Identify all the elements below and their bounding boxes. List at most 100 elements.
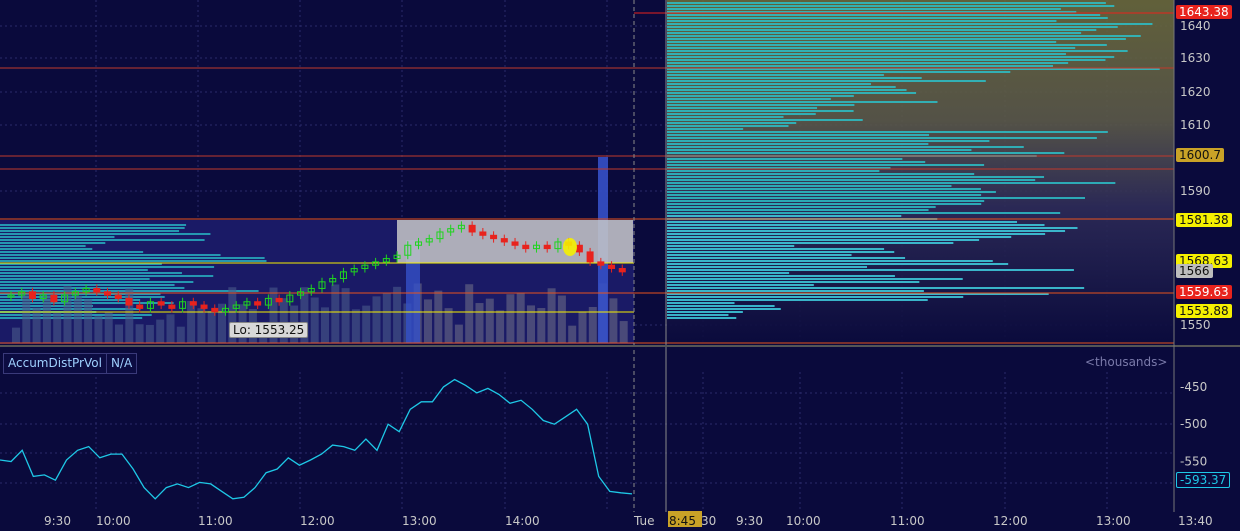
profile-bar — [667, 302, 735, 304]
profile-bar — [667, 26, 1118, 28]
profile-bar — [667, 191, 996, 193]
profile-bar — [667, 275, 895, 277]
study-tick-label: -550 — [1180, 455, 1207, 469]
profile-bar — [667, 215, 902, 217]
profile-bar — [667, 260, 993, 262]
time-tick-label: 9:30 — [44, 514, 71, 527]
profile-bar — [667, 113, 816, 115]
profile-bar — [667, 29, 1097, 31]
profile-bar — [667, 287, 1085, 289]
profile-bar — [667, 101, 938, 103]
volume-bar — [156, 319, 165, 343]
left-profile-bar — [0, 239, 205, 241]
chart-canvas[interactable]: 1640 1630 1620 1610 1590 1550 -450 -500 -550 9:… — [0, 0, 1240, 528]
study-units-label: <thousands> — [1082, 355, 1170, 369]
volume-bar — [145, 324, 154, 343]
candle-body — [93, 287, 101, 293]
candle-body — [104, 291, 112, 296]
profile-bar — [667, 125, 789, 127]
left-profile-bar — [0, 278, 150, 280]
volume-bar — [197, 308, 206, 343]
time-axis-ticks: 9:30 10:00 11:00 12:00 13:00 14:00 Tue 8:45 30 9:… — [44, 511, 1213, 528]
price-badge: 1566 — [1176, 264, 1213, 278]
profile-bar — [667, 266, 868, 268]
chart-window[interactable]: 1640 1630 1620 1610 1590 1550 -450 -500 -550 9:… — [0, 0, 1240, 528]
profile-bar — [667, 182, 1116, 184]
price-tick-label: 1640 — [1180, 19, 1211, 33]
left-profile-bar — [0, 281, 194, 283]
candle-body — [490, 234, 498, 240]
time-tick-label: 14:00 — [505, 514, 540, 527]
study-panel-bg — [0, 350, 1174, 512]
volume-bar — [537, 308, 546, 343]
volume-bar — [42, 294, 51, 343]
volume-bar — [187, 300, 196, 343]
left-profile-bar — [0, 284, 175, 286]
profile-bar — [667, 230, 1066, 232]
profile-bar — [667, 59, 1106, 61]
price-badge: 1553.88 — [1176, 304, 1232, 318]
profile-bar — [667, 269, 1074, 271]
study-units-text: <thousands> — [1085, 355, 1168, 369]
price-badge: 1559.63 — [1176, 285, 1232, 299]
volume-bar — [94, 315, 103, 343]
profile-bar — [667, 65, 1054, 67]
time-tick-label: 11:00 — [198, 514, 233, 527]
profile-bar — [667, 83, 871, 85]
profile-bar — [667, 56, 1115, 58]
profile-bar — [667, 272, 790, 274]
left-profile-bar — [0, 233, 211, 235]
volume-bar — [527, 305, 535, 343]
left-profile-bar — [0, 248, 93, 250]
profile-bar — [667, 92, 917, 94]
profile-bar — [667, 299, 928, 301]
profile-bar — [667, 2, 1106, 4]
volume-bar — [22, 293, 31, 343]
profile-bar — [667, 224, 1045, 226]
profile-bar — [667, 212, 1061, 214]
profile-bar — [667, 23, 1153, 25]
study-tick-label: -500 — [1180, 417, 1207, 431]
candle-body — [125, 297, 133, 306]
price-badge: 1581.38 — [1176, 213, 1232, 227]
candle-body — [500, 238, 508, 243]
left-profile-bar — [0, 272, 182, 274]
left-profile-bar — [0, 257, 265, 259]
volume-bar — [557, 295, 566, 343]
profile-bar — [667, 134, 930, 136]
profile-bar — [667, 242, 954, 244]
profile-bar — [667, 152, 1065, 154]
candle-body — [522, 244, 530, 250]
profile-bar — [667, 44, 1107, 46]
profile-bar — [667, 8, 1061, 10]
profile-bar — [667, 20, 1057, 22]
study-name[interactable]: AccumDistPrVol — [4, 354, 107, 373]
study-current-value: -593.37 — [1180, 473, 1227, 487]
profile-bar — [667, 239, 980, 241]
profile-bar — [667, 206, 936, 208]
study-axis-ticks: -450 -500 -550 — [1180, 380, 1207, 469]
profile-bar — [667, 80, 986, 82]
profile-bar — [667, 278, 963, 280]
volume-bar — [104, 311, 113, 343]
candle-body — [254, 301, 262, 306]
volume-bar — [609, 298, 618, 343]
candle-body — [543, 244, 551, 250]
candle-body — [597, 261, 605, 266]
profile-bar — [667, 47, 1076, 49]
profile-bar — [667, 158, 903, 160]
profile-bar — [667, 173, 975, 175]
profile-bar — [667, 5, 1115, 7]
candle-body — [50, 294, 58, 303]
candle-body — [479, 231, 487, 236]
profile-bar — [667, 104, 855, 106]
profile-bar — [667, 77, 922, 79]
volume-bar — [32, 307, 41, 343]
profile-bar — [667, 308, 781, 310]
profile-bar — [667, 143, 929, 145]
profile-bar — [667, 14, 1101, 16]
volume-bar — [619, 321, 628, 343]
study-header[interactable]: AccumDistPrVol N/A — [3, 353, 138, 374]
profile-bar — [667, 161, 926, 163]
study-value: N/A — [110, 356, 133, 370]
